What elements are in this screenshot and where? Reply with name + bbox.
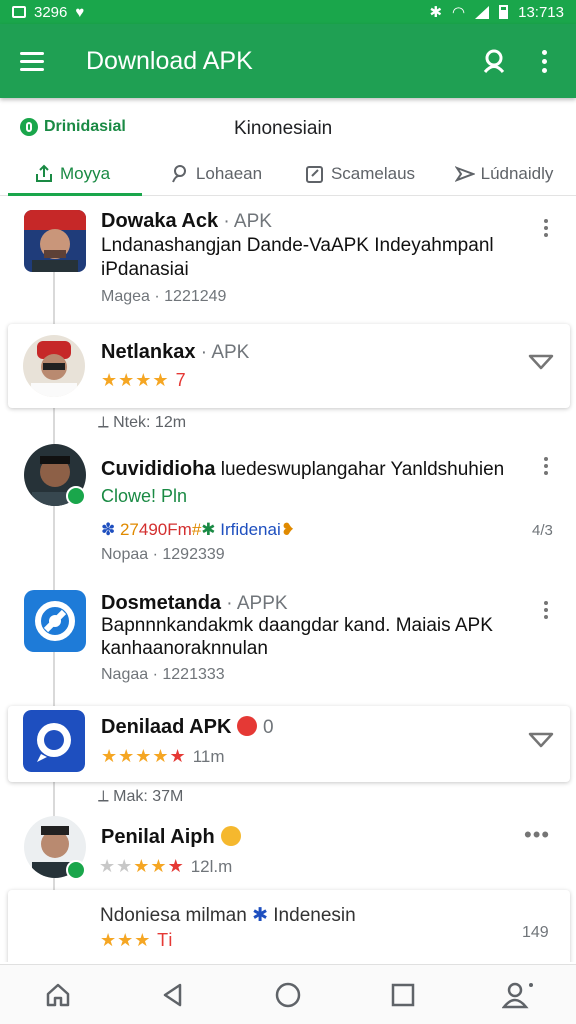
star-rating: ★★★★★ 12l.m bbox=[99, 856, 233, 876]
more-horiz-icon[interactable]: ••• bbox=[524, 822, 550, 848]
app-name[interactable]: Penilal Aiph bbox=[101, 826, 241, 849]
status-time: 13:713 bbox=[518, 3, 564, 21]
list-item-card[interactable]: Denilaad APK 0 ★★★★★ 11m bbox=[8, 706, 570, 782]
bluetooth-icon: ✱ bbox=[429, 4, 443, 21]
pin-icon: ⟂ bbox=[98, 788, 114, 805]
wifi-icon: ◠ bbox=[452, 4, 466, 21]
app-name[interactable]: Cuvididioha luedeswuplangahar Yanldshuhi… bbox=[101, 458, 504, 481]
app-meta: Nopaa · 1292339 bbox=[101, 546, 225, 563]
screenshot-icon bbox=[12, 6, 26, 18]
app-meta: Magea · 1221249 bbox=[101, 288, 227, 305]
tab-lohaean[interactable]: Lohaean bbox=[144, 152, 288, 195]
app-title: Download APK bbox=[86, 46, 253, 75]
app-tags: ✽ 27490Fm#✱ Irfidenai❥ bbox=[101, 520, 295, 539]
bottom-navigation bbox=[0, 964, 576, 1024]
app-description: Bapnnnkandakmk daangdar kand. Maiais APK bbox=[101, 615, 493, 636]
app-icon bbox=[23, 710, 85, 772]
app-description-line2: kanhaanoraknnulan bbox=[101, 638, 268, 659]
app-name[interactable]: Netlankax · APK bbox=[101, 341, 249, 364]
tab-label: Lúdnaidly bbox=[480, 163, 554, 183]
sub-header: Drinidasial Kinonesiain bbox=[0, 112, 576, 148]
link-icon bbox=[171, 164, 186, 182]
pinned-meta: ⟂ Mak: 37M bbox=[98, 788, 184, 805]
brand-chip[interactable]: Drinidasial bbox=[20, 118, 126, 136]
tab-moyya[interactable]: Moyya bbox=[0, 152, 144, 196]
more-vert-icon[interactable] bbox=[536, 452, 556, 480]
emoji-icon bbox=[237, 716, 258, 736]
app-bar: Download APK bbox=[0, 24, 576, 98]
account-search-icon[interactable] bbox=[476, 43, 512, 79]
signal-icon bbox=[475, 5, 490, 19]
verified-badge-icon bbox=[66, 486, 86, 506]
chevron-down-icon[interactable] bbox=[528, 730, 554, 750]
emoji-icon bbox=[220, 826, 241, 846]
side-count: 4/3 bbox=[532, 522, 553, 539]
pinned-meta: ⟂ Ntek: 12m bbox=[98, 414, 187, 431]
home-circle-icon[interactable] bbox=[266, 973, 310, 1017]
more-vert-icon[interactable] bbox=[536, 596, 556, 624]
list-item-card[interactable]: Ndoniesa milman ✱ Indenesin ★★★ Ti 149 bbox=[8, 890, 570, 962]
pin-icon: ⟂ bbox=[98, 414, 114, 431]
back-icon[interactable] bbox=[151, 973, 195, 1017]
star-rating: ★★★★★ 11m bbox=[101, 746, 225, 766]
heart-icon: ♥ bbox=[75, 3, 85, 21]
avatar bbox=[23, 335, 85, 397]
list-item[interactable]: Cuvididioha luedeswuplangahar Yanldshuhi… bbox=[0, 440, 576, 578]
edit-square-icon bbox=[305, 165, 323, 183]
star-rating: ★★★ Ti bbox=[100, 930, 174, 950]
recents-icon[interactable] bbox=[381, 973, 425, 1017]
status-bar: 3296 ♥ ✱ ◠ 13:713 bbox=[0, 0, 576, 24]
verified-badge-icon bbox=[66, 860, 86, 880]
chevron-down-icon[interactable] bbox=[528, 352, 554, 372]
more-options-icon[interactable] bbox=[526, 43, 562, 79]
app-description: Ndoniesa milman ✱ Indenesin bbox=[100, 905, 356, 926]
tab-label: Moyya bbox=[59, 163, 111, 183]
list-item[interactable]: Dowaka Ack · APK Lndanashangjan Dande-Va… bbox=[0, 200, 576, 318]
section-title: Kinonesiain bbox=[234, 118, 333, 139]
menu-icon[interactable] bbox=[20, 43, 56, 79]
side-count: 149 bbox=[522, 924, 549, 941]
list-item[interactable]: Penilal Aiph ★★★★★ 12l.m ••• bbox=[0, 812, 576, 892]
app-name[interactable]: Dowaka Ack · APK bbox=[101, 210, 272, 233]
status-left-text: 3296 bbox=[34, 3, 68, 21]
list-item-card[interactable]: Netlankax · APK ★★★★ 7 bbox=[8, 324, 570, 408]
app-icon bbox=[24, 590, 86, 652]
send-icon bbox=[454, 165, 475, 182]
app-status: Clowe! Pln bbox=[101, 486, 188, 506]
profile-icon[interactable] bbox=[496, 973, 540, 1017]
more-vert-icon[interactable] bbox=[536, 214, 556, 242]
app-name[interactable]: Denilaad APK 0 bbox=[101, 716, 274, 739]
home-icon[interactable] bbox=[36, 973, 80, 1017]
tab-label: Scamelaus bbox=[330, 163, 416, 183]
app-description-line2: iPdanasiai bbox=[101, 259, 189, 280]
battery-icon bbox=[499, 5, 509, 19]
tab-label: Lohaean bbox=[195, 163, 263, 183]
tab-scamelaus[interactable]: Scamelaus bbox=[288, 152, 432, 195]
app-name[interactable]: Dosmetanda · APPK bbox=[101, 592, 288, 615]
app-meta: Nagaa · 1221333 bbox=[101, 666, 225, 683]
list-item[interactable]: Dosmetanda · APPK Bapnnnkandakmk daangda… bbox=[0, 586, 576, 702]
sparkle-icon: ✱ bbox=[252, 905, 268, 926]
avatar bbox=[24, 210, 86, 272]
app-description: Lndanashangjan Dande-VaAPK Indeyahmpanl bbox=[101, 235, 494, 256]
star-rating: ★★★★ 7 bbox=[101, 370, 187, 390]
brand-label: Drinidasial bbox=[44, 118, 126, 135]
tab-ludnaidly[interactable]: Lúdnaidly bbox=[432, 152, 576, 195]
app-feed: Dowaka Ack · APK Lndanashangjan Dande-Va… bbox=[0, 200, 576, 962]
tab-bar: Moyya Lohaean Scamelaus Lúdnaidly bbox=[0, 152, 576, 196]
share-icon bbox=[35, 164, 52, 182]
brand-icon bbox=[20, 118, 38, 136]
